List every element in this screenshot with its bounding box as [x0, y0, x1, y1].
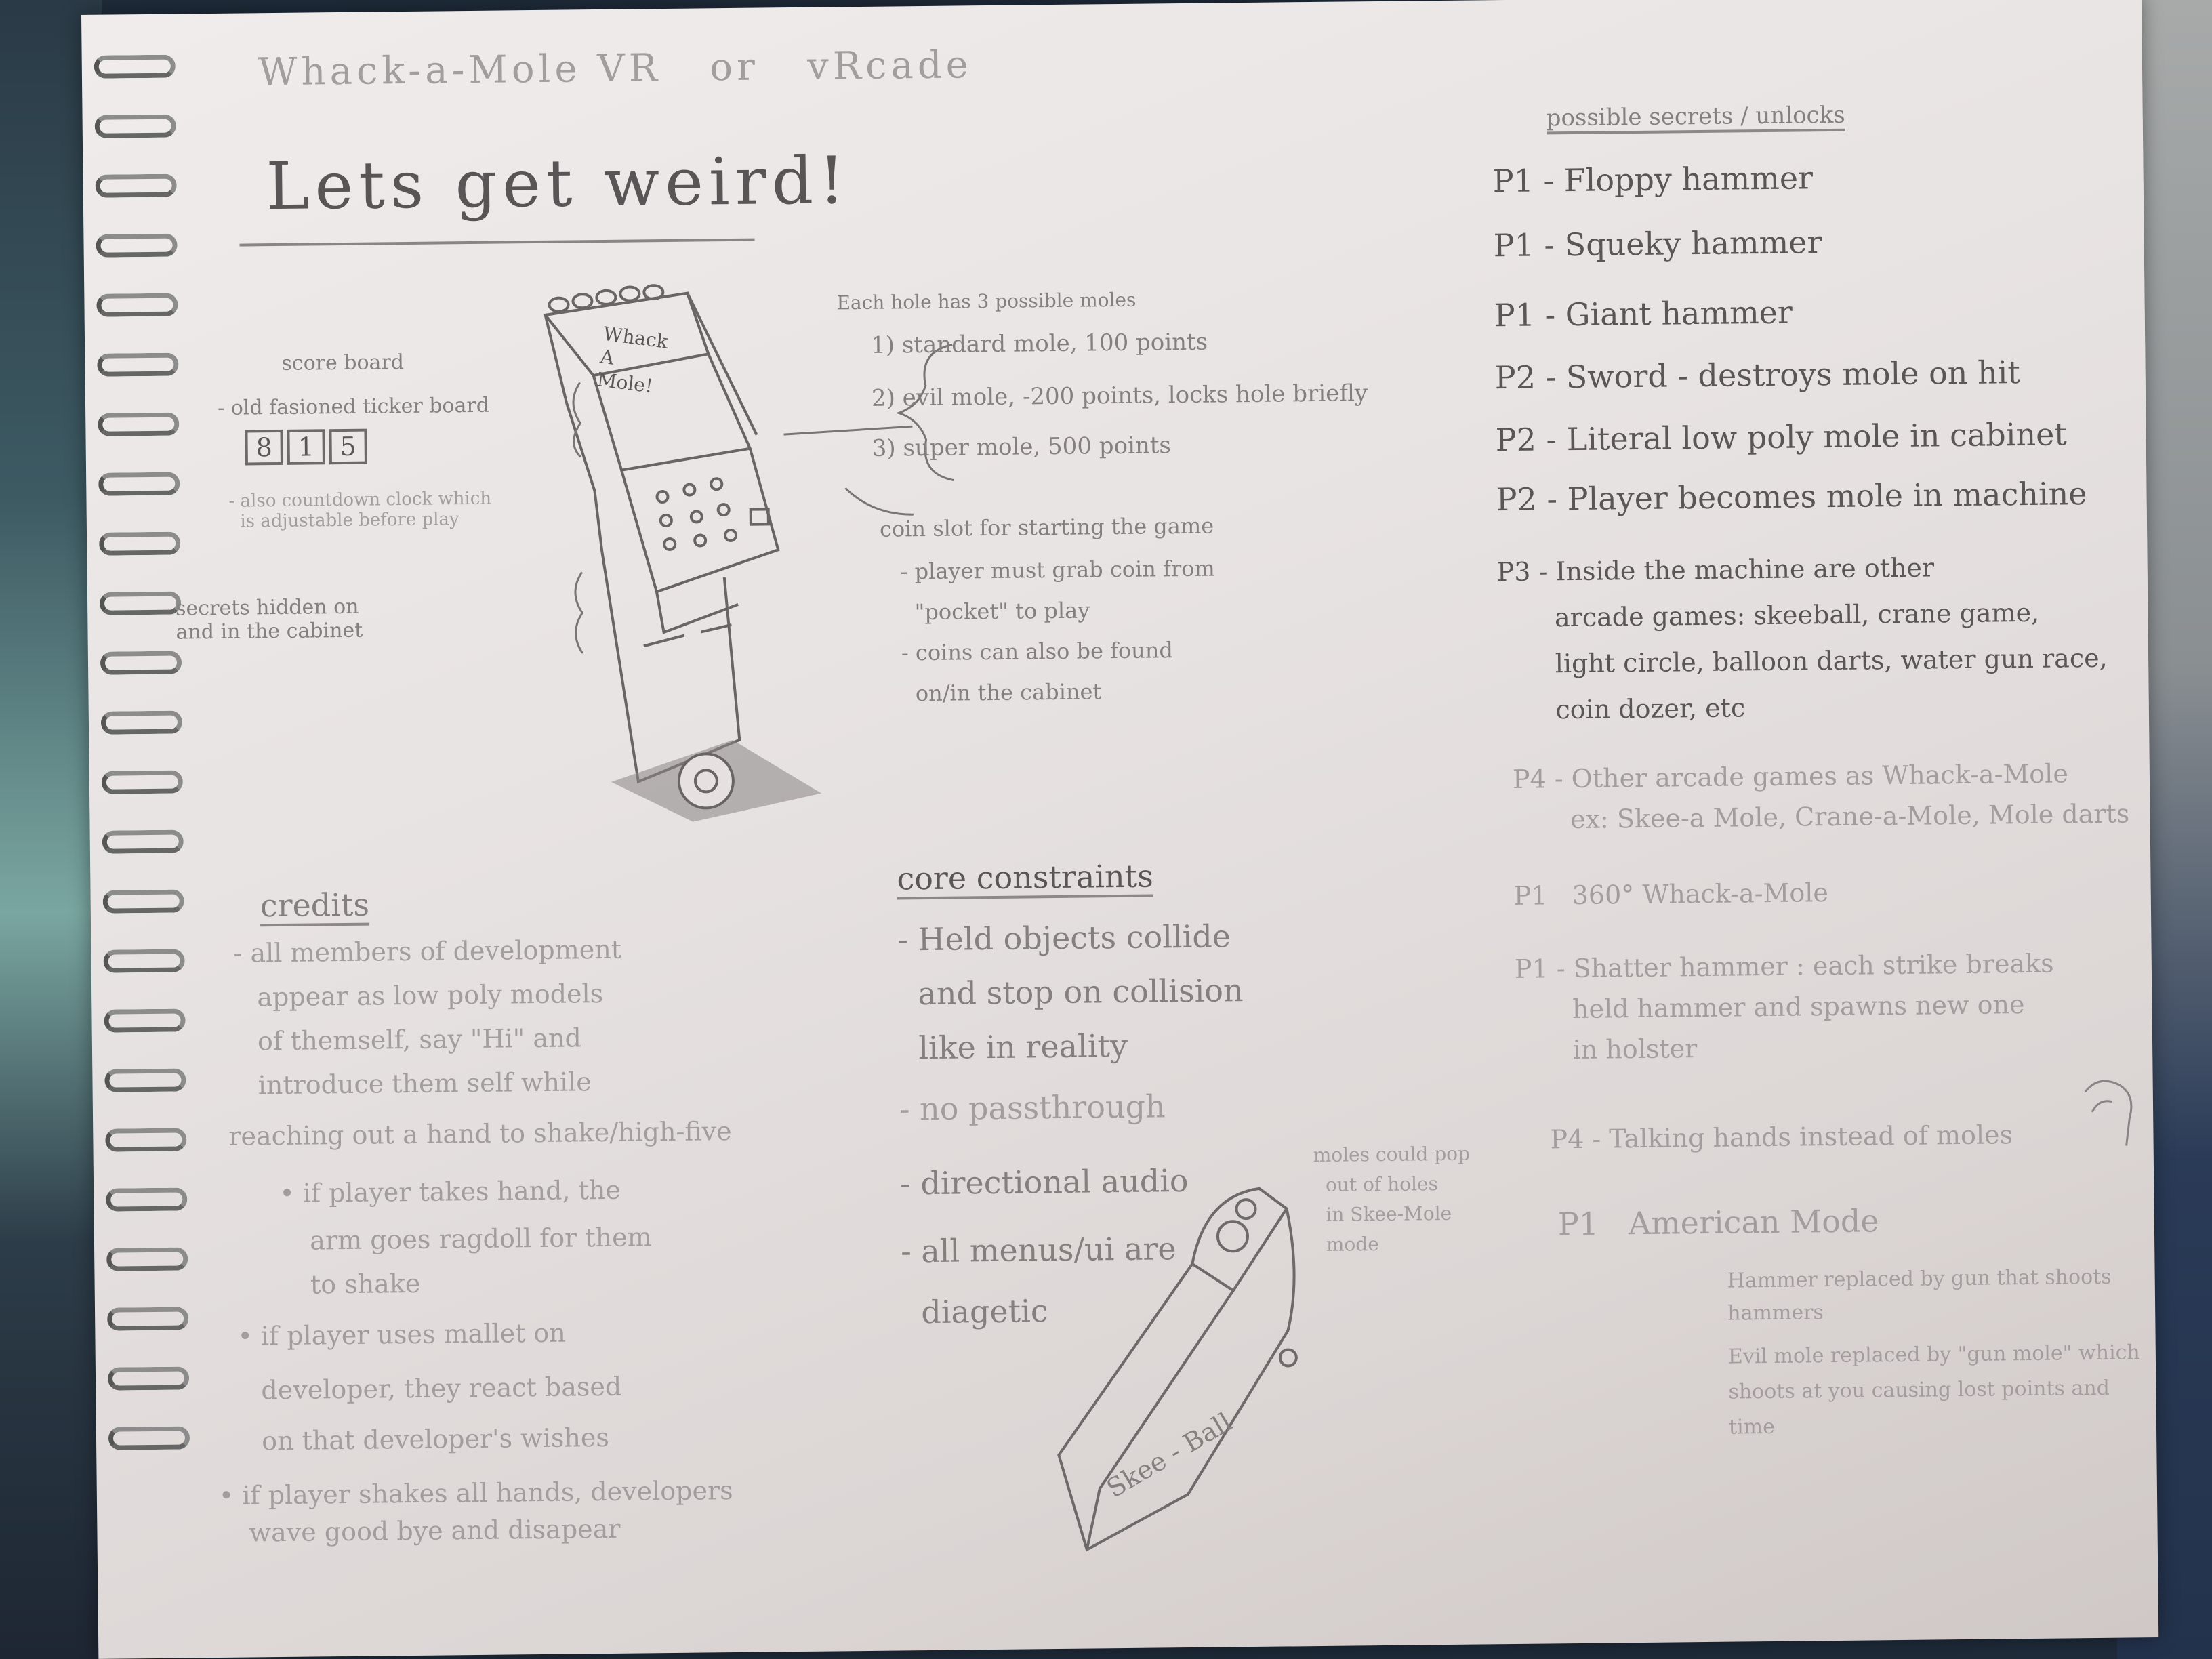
score-board-label: score board [281, 350, 405, 375]
unlock-item: P2 - Player becomes mole in machine [1496, 475, 2087, 518]
unlock-item: P4 - Other arcade games as Whack-a-Mole … [1512, 758, 2130, 835]
unlock-item: P1 - Giant hammer [1494, 293, 1793, 334]
clock-note: - also countdown clock which is adjustab… [228, 488, 492, 532]
headline: Lets get weird! [266, 142, 851, 225]
spiral-ring [106, 1307, 189, 1331]
coin-slot-line: on/in the cabinet [901, 678, 1102, 707]
coin-slot-title: coin slot for starting the game [879, 512, 1214, 542]
spiral-ring [102, 889, 184, 914]
spiral-ring [108, 1426, 190, 1450]
spiral-ring [100, 651, 182, 675]
spiral-ring [95, 173, 177, 198]
unlock-item: P4 - Talking hands instead of moles [1550, 1120, 2013, 1155]
spiral-binding [94, 54, 198, 1546]
coin-slot-line: "pocket" to play [901, 597, 1090, 626]
credits-line: developer, they react based [245, 1371, 622, 1406]
credits-line: • if player takes hand, the [262, 1174, 621, 1209]
credits-line: of themself, say "Hi" and [241, 1023, 582, 1057]
page-title: Whack-a-Mole VR or vRcade [258, 43, 973, 95]
credits-line: on that developer's wishes [245, 1422, 610, 1456]
credits-heading: credits [260, 886, 370, 927]
credits-list: - all members of development appear as l… [81, 0, 2142, 1548]
credits-line: • if player uses mallet on [237, 1317, 566, 1351]
credits-line: • if player shakes all hands, developers [218, 1475, 733, 1511]
unlock-item: P2 - Literal low poly mole in cabinet [1495, 415, 2068, 459]
spiral-ring [107, 1366, 190, 1391]
unlock-item: Evil mole replaced by "gun mole" which s… [1715, 1340, 2140, 1439]
spiral-ring [105, 1128, 187, 1152]
credits-line: appear as low poly models [240, 979, 604, 1012]
constraint-line: diagetic [901, 1292, 1048, 1331]
constraints-list: - Held objects collide and stop on colli… [81, 0, 2142, 1330]
credits-line: - all members of development [233, 934, 622, 968]
mole-type-item: 1) standard mole, 100 points [870, 328, 1208, 359]
headline-underline [239, 238, 755, 247]
spiral-ring [94, 114, 176, 138]
unlock-item: P1 360° Whack-a-Mole [1513, 878, 1829, 911]
moles-intro: Each hole has 3 possible moles [836, 288, 1136, 314]
skee-note: moles could pop out of holes in Skee-Mol… [1313, 1142, 1471, 1256]
coin-slot-line: - player must grab coin from [900, 555, 1215, 585]
spiral-ring [98, 531, 181, 556]
spiral-ring [96, 293, 178, 317]
mole-type-item: 2) evil mole, -200 points, locks hole br… [871, 380, 1368, 412]
unlock-item: Hammer replaced by gun that shoots hamme… [1714, 1265, 2112, 1326]
spiral-ring [101, 770, 184, 794]
constraints-heading: core constraints [897, 857, 1154, 900]
unlock-item: P3 - Inside the machine are other arcade… [1496, 552, 2108, 726]
credits-line: wave good bye and disapear [232, 1513, 621, 1548]
constraint-line: - no passthrough [899, 1088, 1166, 1128]
coin-slot-line: - coins can also be found [901, 637, 1174, 666]
spiral-ring [98, 472, 180, 496]
spiral-ring [106, 1247, 188, 1271]
unlock-item: P1 American Mode [1557, 1202, 1879, 1243]
hand-doodle [2084, 1080, 2133, 1146]
constraint-line: and stop on collision [897, 972, 1244, 1012]
mole-type-item: 3) super mole, 500 points [872, 432, 1172, 462]
unlock-item: P1 - Shatter hammer : each strike breaks… [1514, 948, 2054, 1065]
spiral-ring [99, 591, 182, 615]
credits-line: reaching out a hand to shake/high-five [228, 1116, 732, 1151]
spiral-ring [103, 949, 185, 973]
unlock-item: P2 - Sword - destroys mole on hit [1494, 354, 2021, 396]
spiral-ring [102, 830, 184, 854]
credits-line: introduce them self while [241, 1067, 592, 1101]
spiral-ring [94, 54, 176, 79]
ticker-note: - old fasioned ticker board [217, 393, 490, 420]
ticker-digits: 8 1 5 [245, 428, 367, 466]
unlock-item: P1 - Squeky hammer [1493, 224, 1822, 264]
spiral-ring [100, 710, 183, 735]
ticker-digit: 5 [329, 428, 367, 465]
sketchbook-page: Whack-a-Mole VR or vRcade Lets get weird… [81, 0, 2159, 1659]
credits-line: arm goes ragdoll for them [276, 1222, 652, 1256]
spiral-ring [97, 352, 179, 377]
credits-line: to shake [277, 1268, 421, 1300]
unlocks-heading: possible secrets / unlocks [1546, 101, 1845, 135]
spiral-ring [104, 1008, 186, 1033]
ticker-digit: 8 [245, 429, 283, 466]
ticker-digit: 1 [287, 429, 325, 465]
spiral-ring [104, 1068, 186, 1092]
spiral-ring [96, 233, 178, 258]
spiral-ring [106, 1187, 188, 1212]
constraint-line: - Held objects collide [897, 918, 1231, 958]
constraint-line: like in reality [898, 1027, 1128, 1067]
unlock-item: P1 - Floppy hammer [1492, 159, 1814, 200]
spiral-ring [98, 412, 180, 436]
secrets-note: secrets hidden on and in the cabinet [175, 594, 363, 644]
